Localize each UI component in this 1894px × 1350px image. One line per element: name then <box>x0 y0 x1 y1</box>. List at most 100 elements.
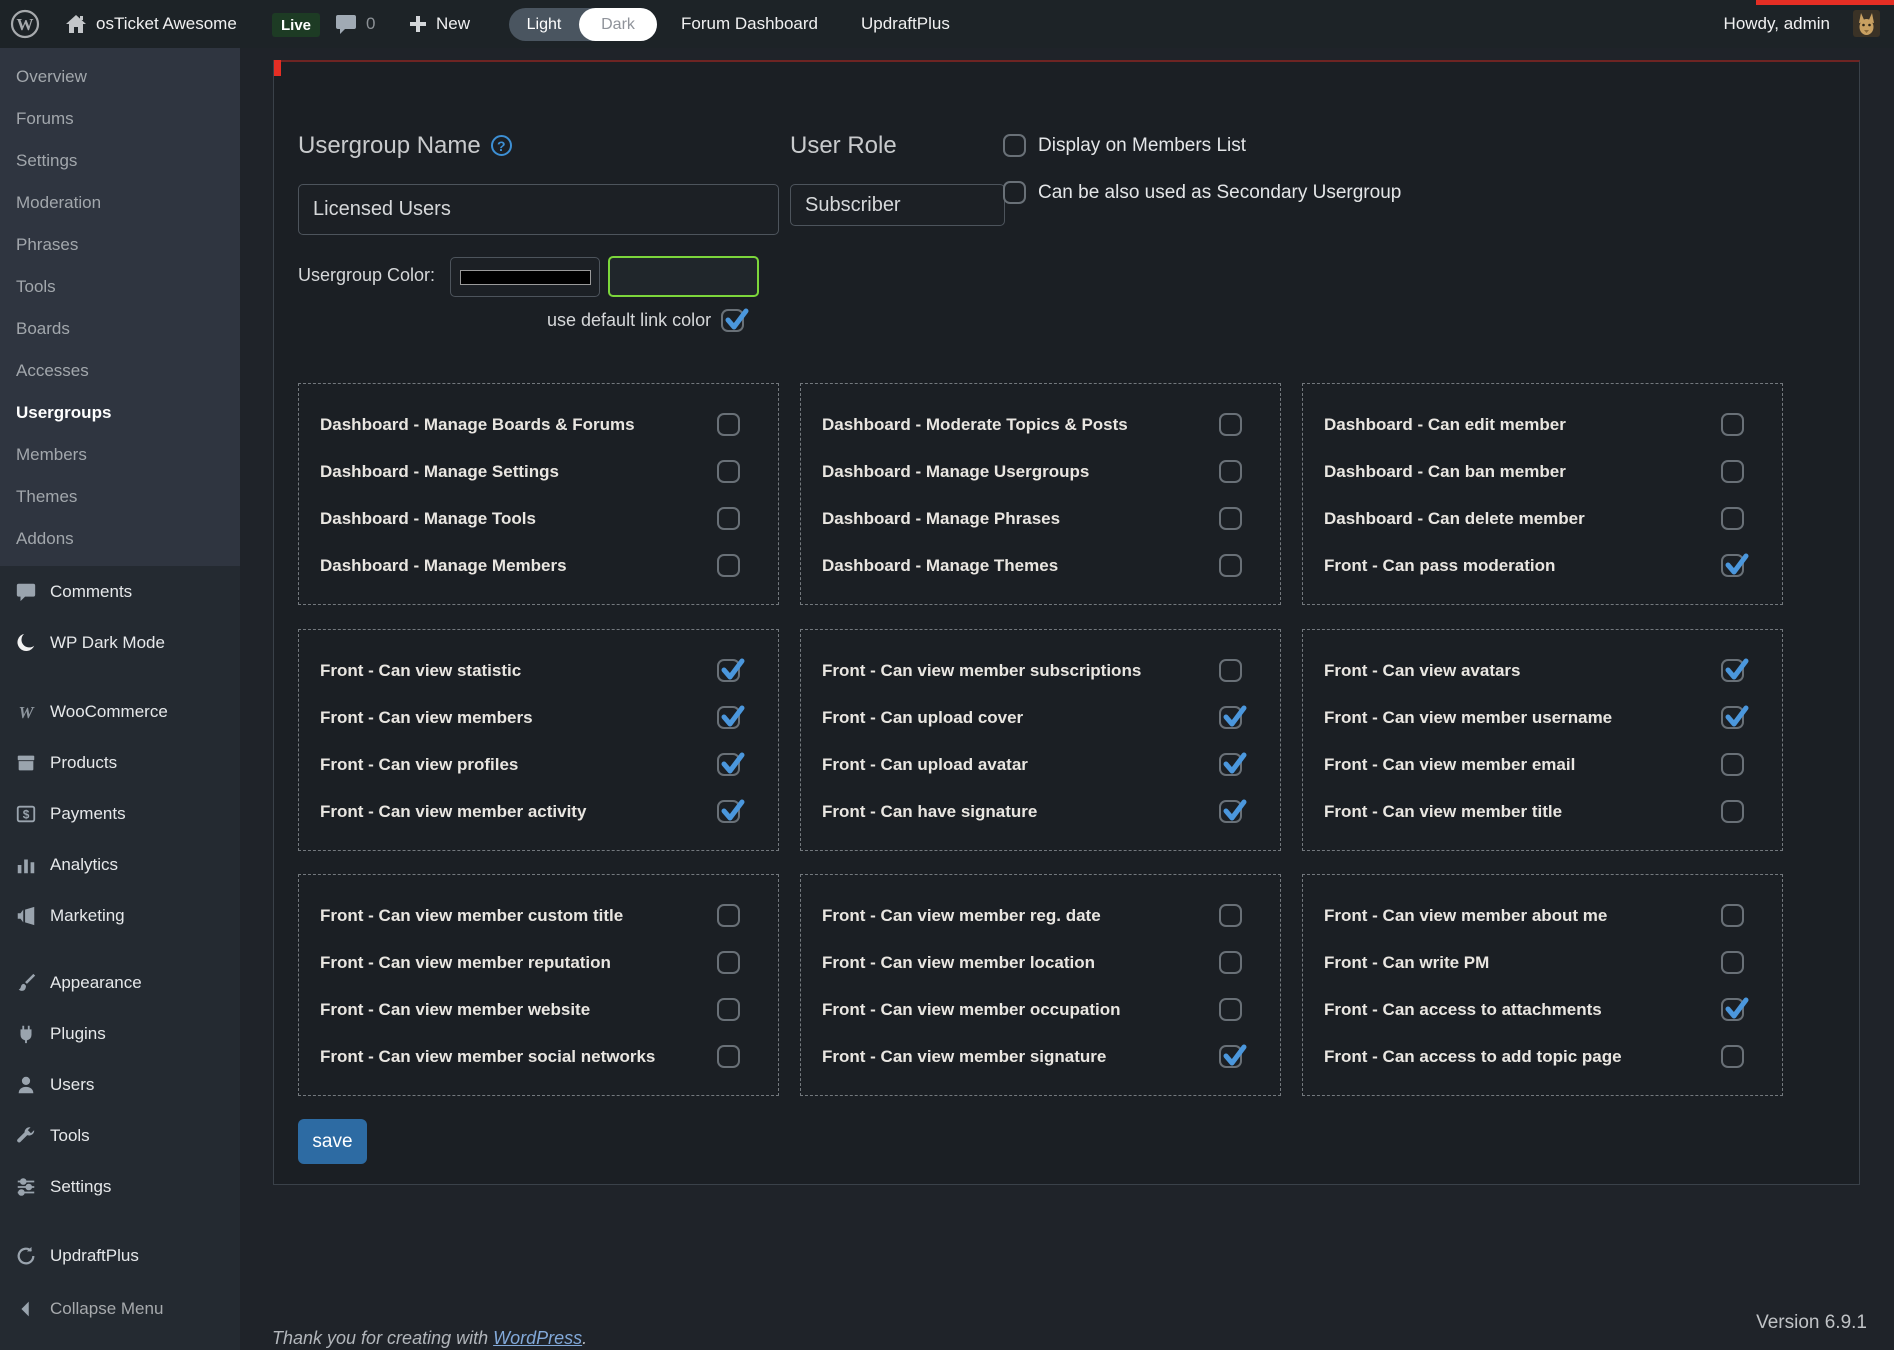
permission-checkbox[interactable] <box>1219 1045 1242 1068</box>
sidebar-item-analytics[interactable]: Analytics <box>0 839 240 890</box>
sidebar-item-tools[interactable]: Tools <box>0 266 240 308</box>
permission-checkbox[interactable] <box>717 904 740 927</box>
permission-checkbox[interactable] <box>1219 554 1242 577</box>
use-default-link-color-checkbox[interactable] <box>721 309 744 332</box>
permission-checkbox[interactable] <box>717 951 740 974</box>
permission-checkbox[interactable] <box>1721 800 1744 823</box>
sidebar-item-settings[interactable]: Settings <box>0 140 240 182</box>
permission-checkbox[interactable] <box>1219 800 1242 823</box>
sidebar-item-marketing[interactable]: Marketing <box>0 890 240 941</box>
permission-checkbox[interactable] <box>1219 507 1242 530</box>
permission-checkbox[interactable] <box>1721 998 1744 1021</box>
permission-checkbox[interactable] <box>1219 659 1242 682</box>
permission-checkbox[interactable] <box>717 753 740 776</box>
permission-label: Dashboard - Can edit member <box>1324 415 1566 435</box>
forum-dashboard-link[interactable]: Forum Dashboard <box>681 0 818 48</box>
permission-checkbox[interactable] <box>1721 904 1744 927</box>
toggle-dark-label[interactable]: Dark <box>579 8 657 41</box>
permission-row: Front - Can view member subscriptions <box>822 647 1242 694</box>
permission-checkbox[interactable] <box>1219 951 1242 974</box>
sidebar-item-appearance[interactable]: Appearance <box>0 957 240 1008</box>
permission-checkbox[interactable] <box>717 460 740 483</box>
new-button[interactable]: New <box>408 0 470 48</box>
howdy-account-link[interactable]: Howdy, admin <box>1724 0 1830 48</box>
sidebar-item-accesses[interactable]: Accesses <box>0 350 240 392</box>
permission-checkbox[interactable] <box>1721 554 1744 577</box>
permission-checkbox[interactable] <box>717 554 740 577</box>
sidebar-item-forums[interactable]: Forums <box>0 98 240 140</box>
svg-text:W: W <box>17 15 34 34</box>
site-name-link[interactable]: osTicket Awesome <box>64 0 237 48</box>
sidebar-item-settings[interactable]: Settings <box>0 1161 240 1212</box>
admin-comments-button[interactable]: 0 <box>334 0 375 48</box>
sidebar-item-addons[interactable]: Addons <box>0 518 240 560</box>
usergroup-color-swatch-input[interactable] <box>450 257 600 297</box>
permission-checkbox[interactable] <box>1219 904 1242 927</box>
sidebar-item-moderation[interactable]: Moderation <box>0 182 240 224</box>
updraftplus-link[interactable]: UpdraftPlus <box>861 0 950 48</box>
sidebar-item-themes[interactable]: Themes <box>0 476 240 518</box>
permission-checkbox[interactable] <box>1721 706 1744 729</box>
user-avatar[interactable] <box>1853 10 1880 37</box>
sidebar-item-members[interactable]: Members <box>0 434 240 476</box>
permission-label: Front - Can view member subscriptions <box>822 661 1141 681</box>
permission-checkbox[interactable] <box>1219 460 1242 483</box>
permission-checkbox[interactable] <box>1721 460 1744 483</box>
permission-checkbox[interactable] <box>717 998 740 1021</box>
permission-checkbox[interactable] <box>1721 507 1744 530</box>
permission-checkbox[interactable] <box>1219 753 1242 776</box>
permission-label: Front - Can access to attachments <box>1324 1000 1602 1020</box>
usergroup-name-input[interactable] <box>298 184 779 235</box>
permission-group: Front - Can view member custom title Fro… <box>298 874 779 1096</box>
permission-checkbox[interactable] <box>717 413 740 436</box>
permission-label: Front - Can view statistic <box>320 661 521 681</box>
wordpress-logo-icon[interactable]: W <box>10 0 40 48</box>
permission-label: Front - Can view member location <box>822 953 1095 973</box>
sidebar-item-users[interactable]: Users <box>0 1059 240 1110</box>
permission-row: Front - Can upload cover <box>822 694 1242 741</box>
permission-checkbox[interactable] <box>717 1045 740 1068</box>
sidebar-item-collapse-menu[interactable]: Collapse Menu <box>0 1283 240 1334</box>
permission-label: Front - Can view avatars <box>1324 661 1521 681</box>
sidebar-item-usergroups[interactable]: Usergroups <box>0 392 240 434</box>
display-on-members-checkbox[interactable] <box>1003 134 1026 157</box>
permission-checkbox[interactable] <box>717 800 740 823</box>
help-icon[interactable]: ? <box>491 135 512 156</box>
sidebar-item-woocommerce[interactable]: W WooCommerce <box>0 686 240 737</box>
sidebar-item-boards[interactable]: Boards <box>0 308 240 350</box>
sidebar-item-label: Marketing <box>50 906 125 926</box>
sidebar-item-phrases[interactable]: Phrases <box>0 224 240 266</box>
permission-checkbox[interactable] <box>1219 706 1242 729</box>
permission-checkbox[interactable] <box>1219 413 1242 436</box>
users-icon <box>14 1073 38 1097</box>
site-name: osTicket Awesome <box>96 14 237 34</box>
sidebar-item-plugins[interactable]: Plugins <box>0 1008 240 1059</box>
sidebar-item-overview[interactable]: Overview <box>0 56 240 98</box>
permission-checkbox[interactable] <box>1721 753 1744 776</box>
permission-row: Dashboard - Manage Phrases <box>822 495 1242 542</box>
permission-checkbox[interactable] <box>717 507 740 530</box>
permission-checkbox[interactable] <box>1721 413 1744 436</box>
permission-row: Front - Can view member custom title <box>320 892 740 939</box>
permission-checkbox[interactable] <box>717 706 740 729</box>
permission-checkbox[interactable] <box>717 659 740 682</box>
usergroup-color-picker-input[interactable] <box>608 256 759 297</box>
sidebar-item-tools[interactable]: Tools <box>0 1110 240 1161</box>
permission-checkbox[interactable] <box>1721 1045 1744 1068</box>
sidebar-item-label: Collapse Menu <box>50 1299 163 1319</box>
sidebar-item-updraftplus[interactable]: UpdraftPlus <box>0 1230 240 1281</box>
permission-checkbox[interactable] <box>1721 951 1744 974</box>
permission-checkbox[interactable] <box>1219 998 1242 1021</box>
wordpress-link[interactable]: WordPress <box>493 1328 582 1348</box>
save-button[interactable]: save <box>298 1119 367 1164</box>
light-dark-toggle[interactable]: Light Dark <box>509 8 657 41</box>
sidebar-item-products[interactable]: Products <box>0 737 240 788</box>
sidebar-item-payments[interactable]: $ Payments <box>0 788 240 839</box>
sidebar-item-comments[interactable]: Comments <box>0 566 240 617</box>
sidebar-item-wp-dark-mode[interactable]: WP Dark Mode <box>0 617 240 668</box>
user-role-input[interactable] <box>790 184 1005 226</box>
use-default-link-color-label: use default link color <box>547 310 711 331</box>
secondary-usergroup-checkbox[interactable] <box>1003 181 1026 204</box>
permission-checkbox[interactable] <box>1721 659 1744 682</box>
toggle-light-label[interactable]: Light <box>509 8 579 41</box>
